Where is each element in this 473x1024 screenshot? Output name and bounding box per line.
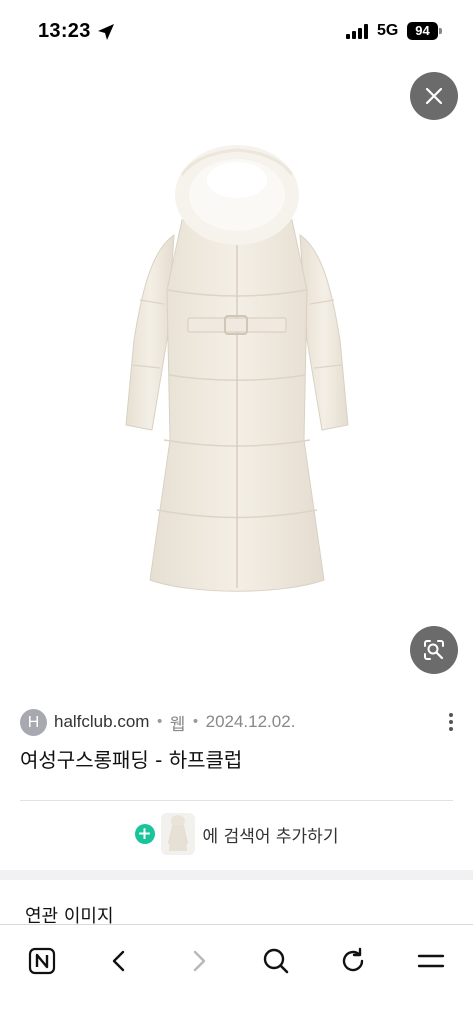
network-type: 5G: [377, 22, 399, 39]
more-dot: [449, 720, 453, 724]
source-row[interactable]: H halfclub.com • 웹 • 2024.12.02.: [20, 708, 460, 736]
search-icon: [263, 948, 289, 974]
close-button[interactable]: [410, 72, 458, 120]
battery-indicator: 94: [407, 22, 438, 40]
battery-tip: [439, 28, 442, 34]
add-search-term-button[interactable]: + 에 검색어 추가하기: [0, 812, 473, 856]
product-image[interactable]: [112, 140, 362, 610]
section-separator: [0, 870, 473, 880]
chevron-left-icon: [112, 950, 125, 972]
status-time: 13:23: [38, 20, 91, 42]
add-search-label: 에 검색어 추가하기: [202, 826, 339, 847]
query-thumbnail: [160, 813, 195, 855]
reload-button[interactable]: [331, 939, 375, 983]
menu-icon: [417, 954, 445, 968]
more-dot: [449, 713, 453, 717]
cellular-signal-icon: [346, 24, 368, 39]
reload-icon: [342, 947, 364, 972]
image-search-button[interactable]: [410, 626, 458, 674]
site-favicon: H: [20, 708, 47, 736]
naver-n-icon: [28, 947, 56, 975]
home-button[interactable]: [20, 939, 64, 983]
location-arrow-icon: [98, 24, 114, 40]
close-icon: [425, 87, 443, 105]
chevron-right-icon: [193, 950, 206, 972]
separator-dot: •: [191, 714, 200, 730]
source-date: 2024.12.02.: [205, 712, 296, 731]
plus-icon: +: [134, 824, 155, 844]
more-dot: [449, 727, 453, 731]
search-button[interactable]: [254, 939, 298, 983]
bottom-toolbar: [0, 924, 473, 1024]
separator-dot: •: [155, 714, 164, 730]
divider: [20, 800, 453, 801]
forward-button[interactable]: [176, 939, 220, 983]
source-domain[interactable]: halfclub.com: [54, 712, 149, 732]
status-bar: 13:23 5G 94: [0, 0, 473, 62]
back-button[interactable]: [98, 939, 142, 983]
result-title[interactable]: 여성구스롱패딩 - 하프클럽: [20, 744, 242, 773]
source-type: 웹: [169, 714, 186, 734]
more-options-button[interactable]: [440, 710, 462, 734]
image-search-lens-icon: [424, 640, 444, 660]
menu-button[interactable]: [409, 939, 453, 983]
